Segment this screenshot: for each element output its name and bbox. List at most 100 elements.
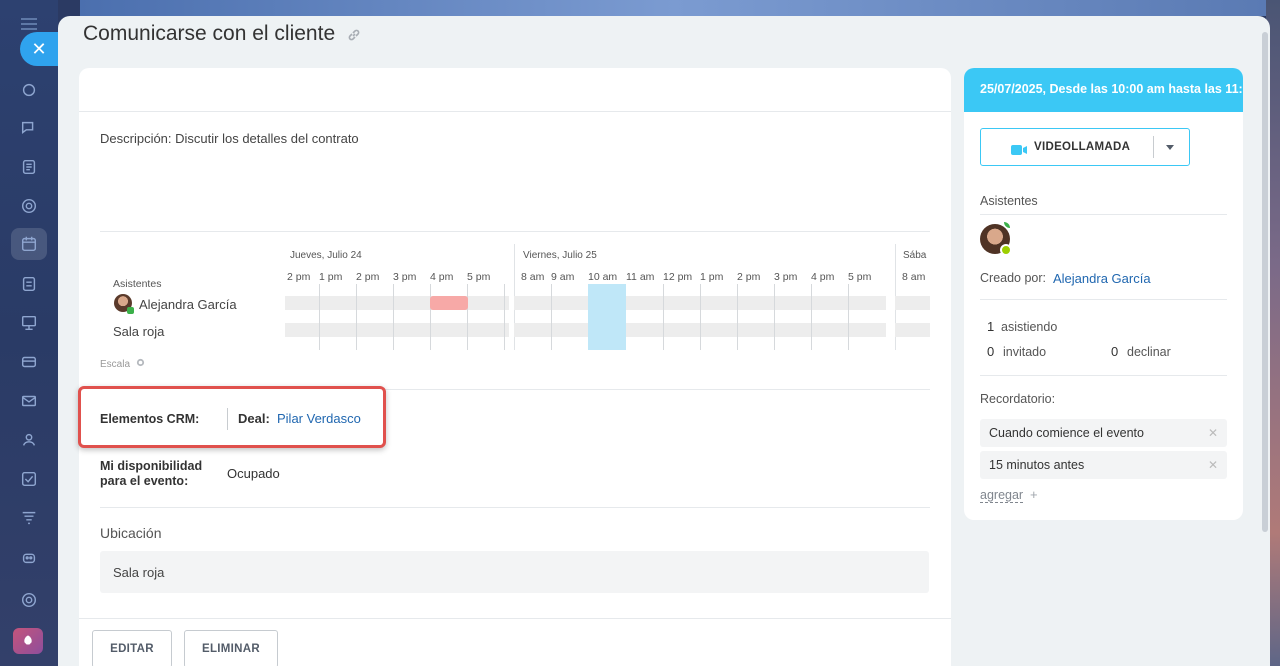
- crm-label: Elementos CRM:: [100, 412, 200, 426]
- side-attendees-label: Asistentes: [980, 194, 1038, 208]
- menu-icon[interactable]: [21, 18, 37, 30]
- declined-count: 0: [1111, 344, 1119, 359]
- planner-hour: 4 pm: [811, 271, 835, 283]
- planner-hour: 8 am: [521, 271, 545, 283]
- location-value: Sala roja: [113, 565, 165, 580]
- creator-link[interactable]: Alejandra García: [1053, 271, 1151, 286]
- left-sidebar: [0, 0, 58, 666]
- planner-gridline: [504, 284, 505, 350]
- divider: [980, 299, 1227, 300]
- crm-deal-link[interactable]: Pilar Verdasco: [277, 411, 361, 426]
- planner-attendees-label: Asistentes: [113, 278, 162, 290]
- planner-gridline: [774, 284, 775, 350]
- reminder-label: Recordatorio:: [980, 392, 1056, 406]
- attending-label[interactable]: asistiendo: [1001, 320, 1057, 334]
- divider: [980, 214, 1227, 215]
- planner-hour: 8 am: [902, 271, 926, 283]
- avatar: [114, 294, 134, 314]
- add-reminder-link[interactable]: agregar: [980, 488, 1024, 503]
- sidebar-settings-icon[interactable]: [17, 588, 41, 612]
- planner-gridline: [700, 284, 701, 350]
- close-panel-button[interactable]: ✕: [20, 32, 58, 66]
- planner-day-header: Sába: [903, 250, 927, 261]
- availability-label: Mi disponibilidad para el evento:: [100, 459, 203, 488]
- planner-hour: 1 pm: [319, 271, 343, 283]
- video-camera-icon: [1011, 142, 1027, 155]
- planner-hour: 11 am: [626, 271, 655, 283]
- created-by-label: Creado por:: [980, 271, 1047, 285]
- divider: [100, 507, 930, 508]
- sidebar-file-icon[interactable]: [17, 272, 41, 296]
- attending-count: 1: [987, 319, 995, 334]
- copy-link-icon[interactable]: [347, 28, 361, 42]
- selected-event-slot[interactable]: [588, 284, 626, 350]
- rocket-icon[interactable]: [13, 628, 43, 654]
- availability-value: Ocupado: [227, 466, 280, 481]
- planner-scale-label[interactable]: Escala: [100, 359, 130, 370]
- planner-gridline: [356, 284, 357, 350]
- planner-hour: 9 am: [551, 271, 575, 283]
- planner-day-header: Viernes, Julio 25: [523, 250, 597, 261]
- planner-gridline: [737, 284, 738, 350]
- invited-count: 0: [987, 344, 995, 359]
- location-box: [100, 551, 929, 593]
- planner-row-label: Sala roja: [113, 324, 165, 339]
- plus-icon[interactable]: +: [1030, 487, 1038, 502]
- scrollbar[interactable]: [1262, 32, 1268, 532]
- sidebar-docs-icon[interactable]: [17, 155, 41, 179]
- page-title: Comunicarse con el cliente: [83, 22, 336, 45]
- sidebar-feed-icon[interactable]: [17, 78, 41, 102]
- planner-gridline: [811, 284, 812, 350]
- planner-row-label: Alejandra García: [139, 297, 237, 312]
- declined-label[interactable]: declinar: [1127, 345, 1171, 359]
- sidebar-filter-icon[interactable]: [17, 506, 41, 530]
- sidebar-contacts-icon[interactable]: [17, 428, 41, 452]
- planner-gridline: [663, 284, 664, 350]
- close-icon[interactable]: ✕: [1208, 458, 1218, 472]
- event-description: Descripción: Discutir los detalles del c…: [100, 131, 359, 146]
- sidebar-board-icon[interactable]: [17, 311, 41, 335]
- edit-button[interactable]: EDITAR: [92, 630, 172, 666]
- event-time-text: 25/07/2025, Desde las 10:00 am hasta las…: [980, 82, 1243, 96]
- close-icon[interactable]: ✕: [1208, 426, 1218, 440]
- planner-gridline: [319, 284, 320, 350]
- divider: [79, 111, 951, 112]
- divider: [227, 408, 228, 430]
- delete-button[interactable]: ELIMINAR: [184, 630, 278, 666]
- sidebar-tasks-icon[interactable]: [17, 467, 41, 491]
- planner-row-bg: [895, 323, 930, 337]
- sidebar-chat-icon[interactable]: [17, 116, 41, 140]
- invited-label[interactable]: invitado: [1003, 345, 1046, 359]
- sidebar-collab-icon[interactable]: [17, 194, 41, 218]
- planner-gridline: [430, 284, 431, 350]
- video-call-label: VIDEOLLAMADA: [1034, 141, 1131, 153]
- planner-gridline: [467, 284, 468, 350]
- divider: [79, 618, 951, 619]
- crm-type-label: Deal:: [238, 411, 270, 426]
- divider: [100, 231, 930, 232]
- divider: [1153, 136, 1154, 158]
- planner-hour: 2 pm: [737, 271, 761, 283]
- divider: [980, 375, 1227, 376]
- reminder-text: Cuando comience el evento: [989, 426, 1144, 440]
- planner-gridline: [551, 284, 552, 350]
- planner-hour: 1 pm: [700, 271, 724, 283]
- planner-hour: 4 pm: [430, 271, 454, 283]
- planner-gridline: [393, 284, 394, 350]
- close-icon: ✕: [31, 38, 47, 59]
- background-strip: [80, 0, 1270, 16]
- planner-gridline: [848, 284, 849, 350]
- planner-hour: 3 pm: [393, 271, 417, 283]
- planner-hour: 12 pm: [663, 271, 693, 283]
- sidebar-calendar-icon[interactable]: [17, 232, 41, 256]
- sidebar-mail-icon[interactable]: [17, 389, 41, 413]
- planner-hour: 5 pm: [848, 271, 872, 283]
- planner-hour: 3 pm: [774, 271, 798, 283]
- gear-icon[interactable]: [136, 354, 145, 367]
- busy-slot[interactable]: [430, 296, 468, 310]
- planner-hour: 2 pm: [356, 271, 380, 283]
- sidebar-card-icon[interactable]: [17, 350, 41, 374]
- sidebar-bot-icon[interactable]: [17, 545, 41, 569]
- chevron-down-icon[interactable]: [1166, 145, 1174, 150]
- planner-day-header: Jueves, Julio 24: [290, 250, 362, 261]
